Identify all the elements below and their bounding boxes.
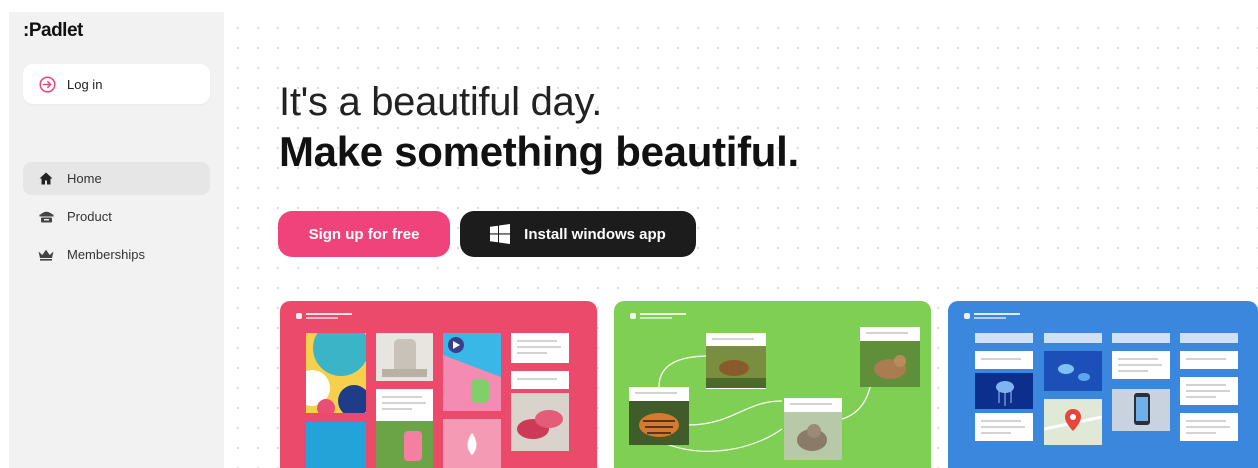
board-header — [964, 312, 1024, 322]
sidebar-nav: Home Product Memberships — [23, 162, 210, 276]
toys-image — [443, 333, 501, 411]
text-card — [511, 333, 569, 363]
product-icon — [38, 209, 54, 225]
padlet-logo[interactable]: :Padlet — [23, 20, 83, 42]
board-preview-canvas[interactable] — [614, 301, 931, 468]
board-preview-wall[interactable] — [280, 301, 597, 468]
sidebar-item-label: Memberships — [67, 247, 146, 262]
column-header — [1112, 333, 1170, 343]
column-header — [1180, 333, 1238, 343]
login-arrow-icon — [39, 75, 56, 93]
sidebar-item-home[interactable]: Home — [23, 162, 210, 195]
pink-tile-image — [443, 419, 501, 468]
sidebar-item-memberships[interactable]: Memberships — [23, 238, 210, 271]
photo-card — [706, 333, 766, 389]
main-content: It's a beautiful day. Make something bea… — [224, 12, 1258, 468]
text-card — [376, 389, 433, 421]
home-icon — [38, 171, 54, 187]
board-preview-columns[interactable] — [948, 301, 1258, 468]
windows-logo-icon — [490, 224, 511, 244]
phone-image — [1112, 389, 1170, 431]
login-button[interactable]: Log in — [23, 64, 210, 104]
ocean-image — [1044, 351, 1102, 391]
photo-card — [629, 387, 689, 445]
grass-image — [376, 421, 433, 468]
column-header — [1044, 333, 1102, 343]
hero-headline: It's a beautiful day. — [279, 80, 603, 124]
photo-card — [784, 398, 842, 460]
sidebar-item-product[interactable]: Product — [23, 200, 210, 233]
crown-icon — [38, 247, 54, 263]
blue-tile-image — [306, 422, 366, 468]
install-button-label: Install windows app — [524, 225, 666, 243]
signup-button-label: Sign up for free — [308, 225, 420, 243]
sidebar-item-label: Product — [67, 209, 112, 224]
photo-card — [860, 327, 920, 387]
install-windows-app-button[interactable]: Install windows app — [460, 211, 696, 257]
photo-image — [376, 333, 433, 381]
text-card — [1112, 351, 1170, 379]
text-card — [1180, 413, 1238, 441]
text-card — [511, 371, 569, 389]
hero-subheadline: Make something beautiful. — [279, 128, 799, 175]
login-label: Log in — [67, 76, 103, 92]
sneakers-image — [511, 393, 569, 451]
text-card — [1180, 351, 1238, 369]
text-card — [1180, 377, 1238, 405]
board-header — [296, 312, 356, 322]
text-card — [975, 413, 1033, 441]
sidebar-item-label: Home — [67, 171, 102, 186]
abstract-pattern-image — [306, 333, 366, 413]
column-header — [975, 333, 1033, 343]
sidebar: :Padlet Log in Home Product Memberships — [9, 12, 224, 468]
signup-button[interactable]: Sign up for free — [278, 211, 450, 257]
map-pin-image — [1044, 399, 1102, 445]
jellyfish-image — [975, 373, 1033, 409]
text-card — [975, 351, 1033, 369]
